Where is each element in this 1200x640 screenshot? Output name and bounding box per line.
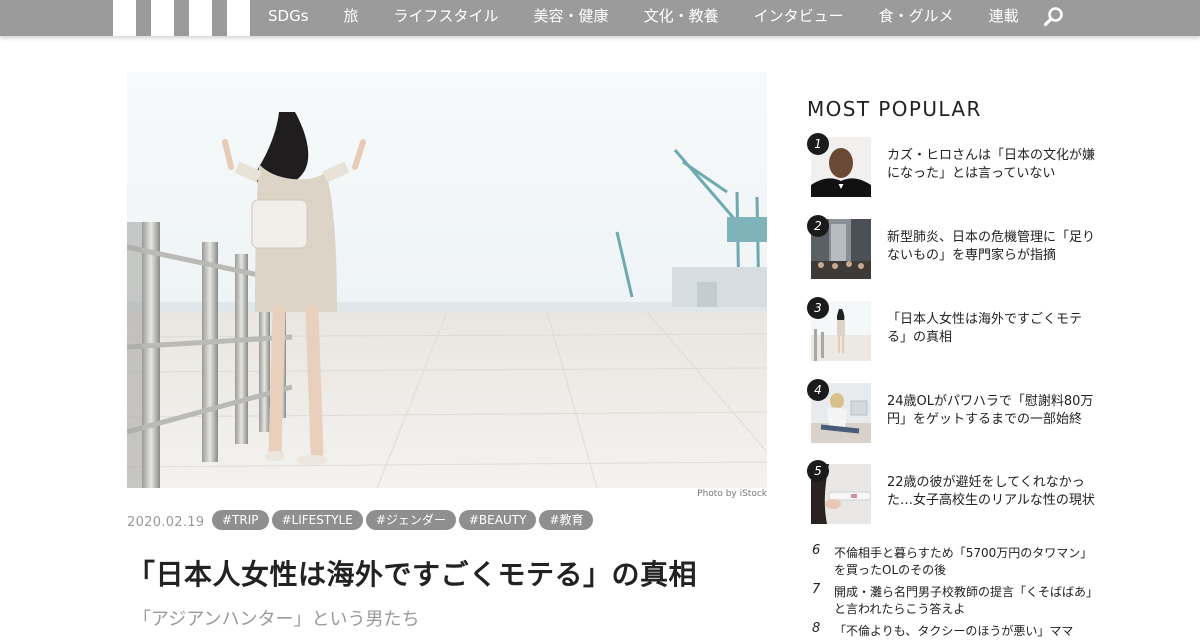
- rank-number: 4: [807, 379, 829, 401]
- tag-list: #TRIP #LIFESTYLE #ジェンダー #BEAUTY #教育: [212, 510, 594, 530]
- article-subtitle: 「アジアンハンター」という男たち: [133, 609, 420, 630]
- popular-item[interactable]: 4 24歳OLがパワハラで「慰謝料80万円」をゲットするまでの一部始終: [807, 379, 1097, 443]
- nav-item-culture[interactable]: 文化・教養: [644, 0, 719, 36]
- popular-item-title: 24歳OLがパワハラで「慰謝料80万円」をゲットするまでの一部始終: [887, 394, 1094, 427]
- popular-item-title: 「日本人女性は海外ですごくモテる」の真相: [887, 312, 1083, 345]
- nav-item-lifestyle[interactable]: ライフスタイル: [394, 0, 499, 36]
- nav-item-beauty-health[interactable]: 美容・健康: [534, 0, 609, 36]
- rank-number: 8: [812, 621, 821, 636]
- logo-stripe: [227, 0, 250, 36]
- tag-trip[interactable]: #TRIP: [212, 510, 269, 530]
- most-popular-heading: MOST POPULAR: [807, 97, 982, 121]
- top-nav-bar: SDGs 旅 ライフスタイル 美容・健康 文化・教養 インタビュー 食・グルメ …: [0, 0, 1200, 36]
- popular-item-title: 不倫相手と暮らすため「5700万円のタワマン」を買ったOLのその後: [834, 546, 1093, 577]
- tag-lifestyle[interactable]: #LIFESTYLE: [271, 510, 363, 530]
- popular-item-title: 新型肺炎、日本の危機管理に「足りないもの」を専門家らが指摘: [887, 230, 1096, 263]
- popular-item-title: 「不倫よりも、タクシーのほうが悪い」ママ: [834, 624, 1074, 638]
- popular-item-title: カズ・ヒロさんは「日本の文化が嫌になった」とは言っていない: [887, 148, 1096, 181]
- article-title: 「日本人女性は海外ですごくモテる」の真相: [127, 558, 698, 591]
- rank-number: 5: [807, 460, 829, 482]
- popular-item[interactable]: 1 カズ・ヒロさんは「日本の文化が嫌になった」とは言っていない: [807, 133, 1097, 197]
- rank-number: 2: [807, 215, 829, 237]
- nav-item-interview[interactable]: インタビュー: [754, 0, 844, 36]
- popular-item[interactable]: 5 22歳の彼が避妊をしてくれなかった…女子高校生のリアルな性の現状: [807, 460, 1097, 524]
- nav-item-series[interactable]: 連載: [989, 0, 1019, 36]
- main-nav: SDGs 旅 ライフスタイル 美容・健康 文化・教養 インタビュー 食・グルメ …: [250, 0, 1019, 36]
- popular-item-title: 開成・灘ら名門男子校教師の提言「くそばばあ」と言われたらこう答えよ: [834, 585, 1093, 616]
- popular-item-title: 22歳の彼が避妊をしてくれなかった…女子高校生のリアルな性の現状: [887, 475, 1095, 508]
- site-logo[interactable]: [113, 0, 250, 36]
- logo-stripe: [189, 0, 212, 36]
- logo-stripe: [151, 0, 174, 36]
- nav-item-travel[interactable]: 旅: [344, 0, 359, 36]
- rank-number: 6: [812, 543, 821, 558]
- nav-item-food[interactable]: 食・グルメ: [879, 0, 954, 36]
- popular-item[interactable]: 2 新型肺炎、日本の危機管理に「足りないもの」を専門家らが指摘: [807, 215, 1097, 279]
- photo-credit: Photo by iStock: [697, 489, 767, 499]
- article-hero-image: [127, 72, 767, 488]
- tag-education[interactable]: #教育: [539, 510, 594, 530]
- search-icon[interactable]: [1043, 6, 1065, 28]
- logo-stripe: [113, 0, 136, 36]
- rank-number: 1: [807, 133, 829, 155]
- rank-number: 7: [812, 582, 821, 597]
- tag-gender[interactable]: #ジェンダー: [365, 510, 456, 530]
- rank-number: 3: [807, 297, 829, 319]
- article-date: 2020.02.19: [127, 515, 205, 530]
- tag-beauty[interactable]: #BEAUTY: [458, 510, 537, 530]
- nav-item-sdgs[interactable]: SDGs: [268, 0, 309, 36]
- popular-item[interactable]: 3 「日本人女性は海外ですごくモテる」の真相: [807, 297, 1097, 361]
